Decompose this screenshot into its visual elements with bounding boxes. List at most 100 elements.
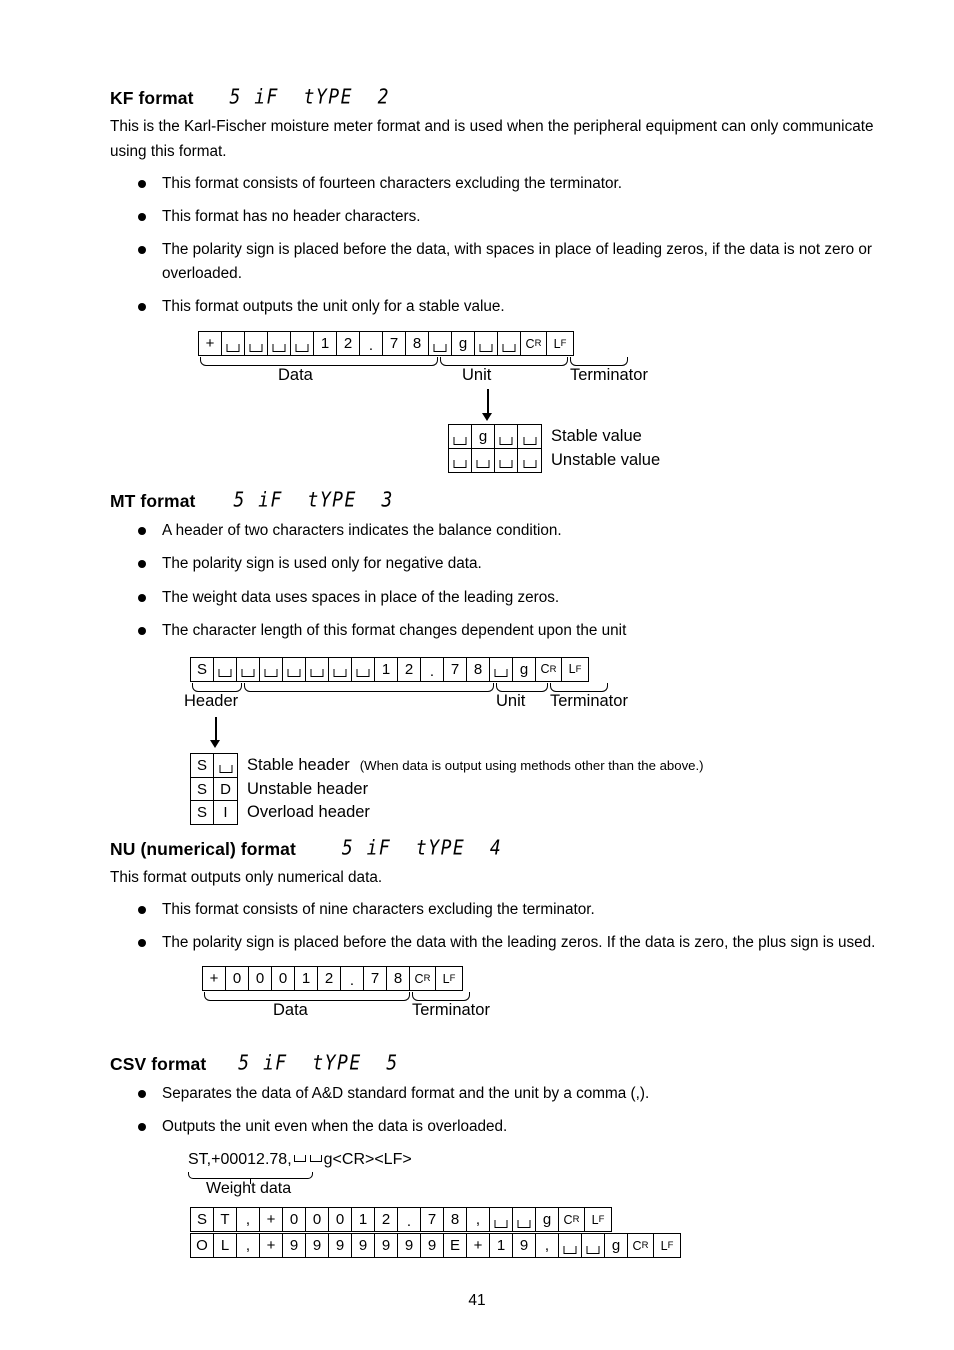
kf-terminator-brace [570,357,628,367]
char-cell: I [223,804,228,822]
char-cell: 2 [375,1208,398,1232]
char-cell: D [220,780,231,798]
mt-header-arrow-head [210,739,220,748]
char-cell: L [214,1234,237,1258]
char-cell-space [449,448,472,472]
char-cell-space [498,332,521,356]
char-cell-lf: LF [553,336,567,351]
char-cell-cr: CR [536,657,562,681]
mt-unit-label: Unit [496,691,526,710]
char-cell-space [495,425,518,449]
char-cell: 9 [421,1234,444,1258]
section-heading-kf: KF format 5 iF tYPE 2 [110,85,885,109]
char-cell: 0 [226,967,249,991]
list-item: This format consists of nine characters … [138,898,885,922]
char-cell: 1 [314,332,337,356]
mt-overload-header-label: Overload header [247,803,370,822]
page-content: KF format 5 iF tYPE 2 This is the Karl-F… [110,85,885,1259]
char-cell: 9 [306,1234,329,1258]
csv-example-suffix: g<CR><LF> [323,1151,412,1169]
char-cell-space [283,657,306,681]
mt-bullet-list: A header of two characters indicates the… [110,519,885,643]
kf-stable-value-label: Stable value [551,427,642,446]
mt-unit-brace [496,682,548,692]
nu-bullet-list: This format consists of nine characters … [110,898,885,955]
char-cell: 7 [383,332,406,356]
kf-terminator-label: Terminator [570,366,648,385]
char-cell: g [452,332,475,356]
char-cell: E [444,1234,467,1258]
mt-header-brace [192,682,242,692]
char-cell: 2 [398,657,421,681]
char-cell-cr: CR [628,1234,654,1258]
char-cell-space [513,1208,536,1232]
char-cell-space [329,657,352,681]
char-cell: . [398,1208,421,1232]
char-cell: 8 [387,967,410,991]
char-cell: 9 [352,1234,375,1258]
char-cell: , [237,1234,260,1258]
csv-overload-row-strip: O L, +9 9 9 9 9 9 9 E +1 9, g C R L F [190,1233,681,1259]
char-cell: g [513,657,536,681]
char-cell: 1 [375,657,398,681]
kf-unit-arrow-line [487,389,489,416]
char-cell-lf: LF [442,971,456,986]
char-cell-cr: CR [521,332,547,356]
mt-stable-header-strip: S [190,752,238,778]
char-cell: 7 [364,967,387,991]
kf-data-brace [200,357,438,367]
char-cell: 0 [272,967,295,991]
kf-unstable-value-label: Unstable value [551,450,661,469]
space-glyph-icon [293,1155,306,1163]
mt-header-type-row: SD Unstable header [190,776,704,802]
mt-character-strip: S 12.78gCR LF [190,656,589,682]
csv-stable-row-strip: S T, +0 0 0 1 2. 7 8, g C R L F [190,1207,612,1233]
char-cell: . [360,332,383,356]
char-cell: S [191,753,214,777]
nu-data-label: Data [273,1001,308,1020]
list-item: The polarity sign is placed before the d… [138,931,885,955]
char-cell-space [449,425,472,449]
char-cell: 1 [352,1208,375,1232]
char-cell: 7 [444,657,467,681]
char-cell: g [472,425,495,449]
list-item: Separates the data of A&D standard forma… [138,1082,885,1106]
document-page: KF format 5 iF tYPE 2 This is the Karl-F… [0,0,954,1350]
list-item: The weight data uses spaces in place of … [138,586,885,610]
char-cell: 8 [444,1208,467,1232]
char-cell-space [214,754,237,777]
char-cell-space [291,332,314,356]
char-cell: 9 [398,1234,421,1258]
char-cell: . [421,657,444,681]
char-cell: S [191,1208,214,1232]
char-cell-cr: CR [410,967,436,991]
csv-bullet-list: Separates the data of A&D standard forma… [110,1082,885,1139]
char-cell: O [191,1234,214,1258]
mt-stable-header-text: Stable header [247,755,350,774]
char-cell: S [191,801,214,825]
space-glyph-icon [309,1155,322,1163]
char-cell-space [475,332,498,356]
list-item: This format consists of fourteen charact… [138,172,885,196]
char-cell: 9 [283,1234,306,1258]
char-cell: , [467,1208,490,1232]
char-cell-space [245,332,268,356]
char-cell: S [191,657,214,681]
list-item: Outputs the unit even when the data is o… [138,1115,885,1139]
char-cell-space [472,448,495,472]
char-cell: 9 [375,1234,398,1258]
list-item: The character length of this format chan… [138,619,885,643]
kf-unit-detail: g Stable value Unstable value [448,424,660,473]
char-cell: T [214,1208,237,1232]
char-cell: 8 [467,657,490,681]
mt-header-types: S Stable header (When data is output usin… [190,752,704,826]
kf-stable-value-strip: g [448,424,542,450]
char-cell-space [559,1234,582,1258]
char-cell-space [495,448,518,472]
char-cell: 0 [249,967,272,991]
char-cell-space [352,657,375,681]
char-cell: 0 [329,1208,352,1232]
char-cell-space [490,657,513,681]
kf-unit-brace [440,357,568,367]
char-cell-lf: LF [660,1238,674,1253]
